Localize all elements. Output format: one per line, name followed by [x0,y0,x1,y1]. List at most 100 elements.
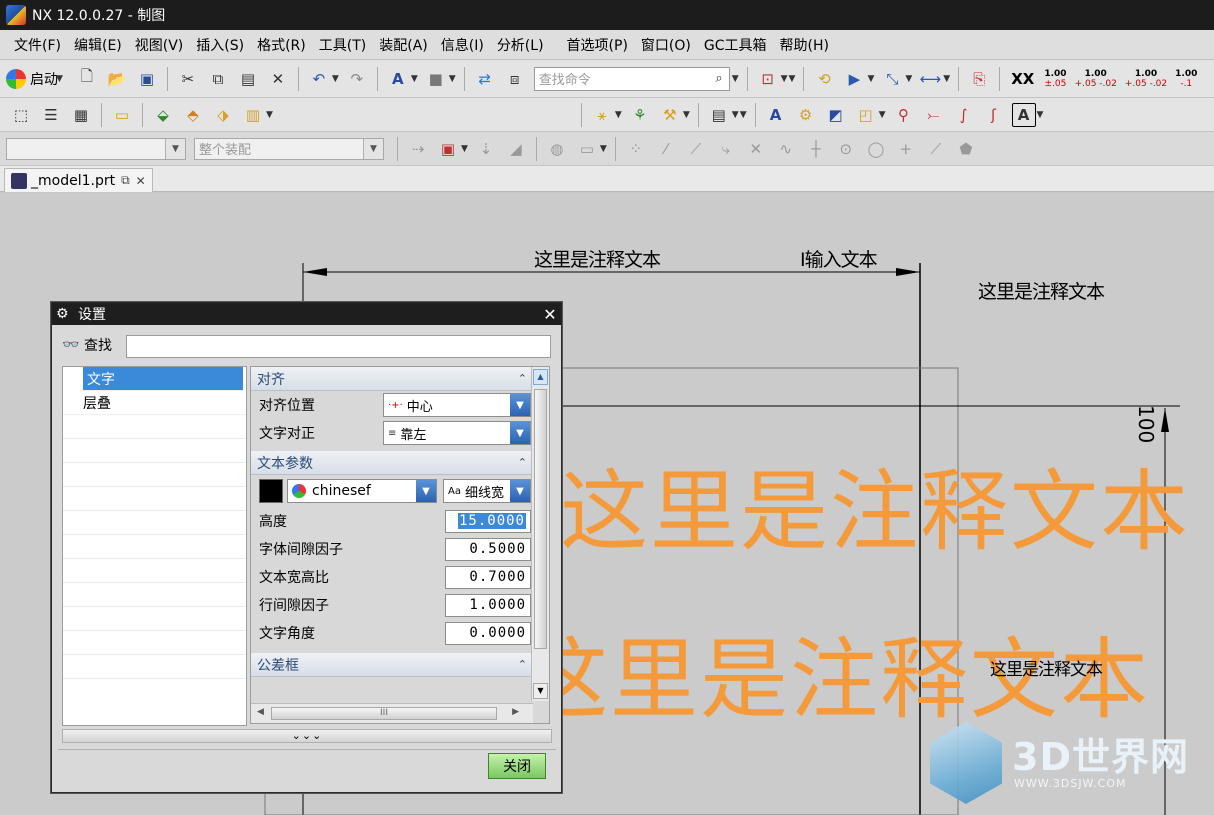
find-input[interactable] [126,335,551,358]
panel-vertical-scrollbar[interactable]: ▲ ▼ [531,367,549,701]
update-views-icon[interactable]: ⟲ [812,67,836,91]
more-options-toggle[interactable]: ⌄⌄⌄ [62,729,552,743]
redo-icon[interactable]: ↷ [345,67,369,91]
projected-view-icon[interactable]: ⬙ [151,103,175,127]
char-spacing-input[interactable]: 0.5000 [445,537,531,561]
new-file-icon[interactable]: 🗋 [75,67,99,91]
detail-view-icon[interactable]: ⬗ [211,103,235,127]
snap-existing-icon[interactable]: + [894,137,918,161]
decimal-places-label[interactable]: XX [1011,70,1034,88]
tree-item-stack[interactable]: 层叠 [63,391,246,415]
snap-point-icon[interactable]: ⁘ [624,137,648,161]
tolerance-format-1[interactable]: 1.00 ±.05 [1044,69,1066,89]
assembly-scope-select[interactable]: 整个装配 ▼ [194,137,384,160]
select-filter-icon[interactable]: ⇢ [406,137,430,161]
start-button[interactable]: 启动 ▼ [6,68,66,89]
window-arrange-icon[interactable]: ⧈ [503,67,527,91]
text-justify-select[interactable]: ≡ 靠左 ▼ [383,421,531,445]
fit-view-icon[interactable]: ⊡ [756,67,780,91]
scroll-down-icon[interactable]: ▼ [533,683,548,699]
text-style-icon[interactable]: A [386,67,410,91]
layers-icon[interactable]: ☰ [39,103,63,127]
panel-horizontal-scrollbar[interactable]: ◀ III ▶ [251,703,533,723]
save-icon[interactable]: ▣ [135,67,159,91]
menu-window[interactable]: 窗口(O) [641,35,698,55]
height-input[interactable]: 15.0000 [445,509,531,533]
touch-mode-icon[interactable]: ⇄ [473,67,497,91]
menu-tools[interactable]: 工具(T) [319,35,373,55]
font-select[interactable]: chinesef ▼ [287,479,437,503]
snap-surface-icon[interactable]: ⬟ [954,137,978,161]
snap-intersect-icon[interactable]: ✕ [744,137,768,161]
select-box-icon[interactable]: ▣ [436,137,460,161]
menu-assembly[interactable]: 装配(A) [379,35,435,55]
dialog-title-bar[interactable]: ⚙ 设置 ✕ [52,303,561,325]
balloon-icon[interactable]: ◰ [854,103,878,127]
close-button[interactable]: 关闭 [488,753,546,779]
select-region-icon[interactable]: ◢ [504,137,528,161]
section-view-icon[interactable]: ⬘ [181,103,205,127]
menu-info[interactable]: 信息(I) [441,35,491,55]
copy-icon[interactable]: ⧉ [206,67,230,91]
snap-mid-icon[interactable]: ⟋ [684,137,708,161]
text-box-icon[interactable]: A [1011,102,1036,127]
annotation-top-right[interactable]: 这里是注释文本 [978,277,1105,304]
menu-preferences[interactable]: 首选项(P) [567,35,635,55]
feature-control-icon[interactable]: ⚙ [794,103,818,127]
table-icon[interactable]: ▤ [707,103,731,127]
annotation-top-center[interactable]: 这里是注释文本 [534,245,661,272]
dimension-icon[interactable]: ⤡ [880,67,904,91]
snap-end-icon[interactable]: ⁄ [654,137,678,161]
snap-quadrant-icon[interactable]: ◯ [864,137,888,161]
centerline-icon[interactable]: ⚹ [590,103,614,127]
paste-icon[interactable]: ▤ [236,67,260,91]
section-header-tolerance-frame[interactable]: 公差框 ⌃ [251,653,549,677]
datum-icon[interactable]: ◩ [824,103,848,127]
menu-insert[interactable]: 插入(S) [196,35,251,55]
section-header-text-params[interactable]: 文本参数 ⌃ [251,451,549,475]
snap-center-icon[interactable]: ⊙ [834,137,858,161]
open-folder-icon[interactable]: 📂 [105,67,129,91]
pin-icon[interactable]: ⧉ [121,173,130,188]
weld-icon[interactable]: ⚒ [658,103,682,127]
symbol-icon[interactable]: ⚘ [628,103,652,127]
tolerance-format-3[interactable]: 1.00 +.05 -.02 [1125,69,1167,89]
annotation-large-1[interactable]: 这里是注释文本 [560,441,1190,568]
spline-icon[interactable]: ʃ [982,103,1006,127]
line-spacing-input[interactable]: 1.0000 [445,593,531,617]
hscroll-thumb[interactable]: III [271,707,497,720]
cut-icon[interactable]: ✂ [176,67,200,91]
select-chain-icon[interactable]: ⇣ [474,137,498,161]
tree-item-text[interactable]: 文字 [83,367,243,391]
dimension-value-100[interactable]: 100 [1134,405,1158,443]
tab-model1[interactable]: _model1.prt ⧉ ✕ [4,168,153,192]
tolerance-format-4[interactable]: 1.00 -.1 [1175,69,1197,89]
undo-icon[interactable]: ↶ [307,67,331,91]
align-position-select[interactable]: ·+· 中心 ▼ [383,393,531,417]
menu-format[interactable]: 格式(R) [257,35,313,55]
select-all-icon[interactable]: ◍ [545,137,569,161]
text-color-swatch[interactable] [259,479,283,503]
surface-finish-icon[interactable]: ⚲ [892,103,916,127]
scroll-left-icon[interactable]: ◀ [257,707,264,717]
linear-dimension-icon[interactable]: ⟷ [918,67,942,91]
close-tab-icon[interactable]: ✕ [136,174,146,188]
type-filter-select[interactable]: ▼ [6,137,186,160]
menu-edit[interactable]: 编辑(E) [74,35,129,55]
collapse-icon[interactable]: ⌃ [518,372,527,385]
gear-icon[interactable]: ⚙ [56,306,72,322]
note-icon[interactable]: A [764,103,788,127]
sheet-icon[interactable]: ⎘ [967,67,991,91]
curve-icon[interactable]: ∫ [952,103,976,127]
menu-analysis[interactable]: 分析(L) [497,35,551,55]
menu-view[interactable]: 视图(V) [135,35,191,55]
delete-icon[interactable]: ✕ [266,67,290,91]
rectangle-select-icon[interactable]: ▭ [575,137,599,161]
base-view-icon[interactable]: ▦ [69,103,93,127]
scroll-up-icon[interactable]: ▲ [533,369,548,385]
snap-cross-icon[interactable]: ┼ [804,137,828,161]
scroll-thumb[interactable] [534,389,547,649]
snap-on-curve-icon[interactable]: ⟋ [924,137,948,161]
command-search-input[interactable]: 查找命令 ⌕ [533,66,730,91]
section-header-align[interactable]: 对齐 ⌃ [251,367,549,391]
